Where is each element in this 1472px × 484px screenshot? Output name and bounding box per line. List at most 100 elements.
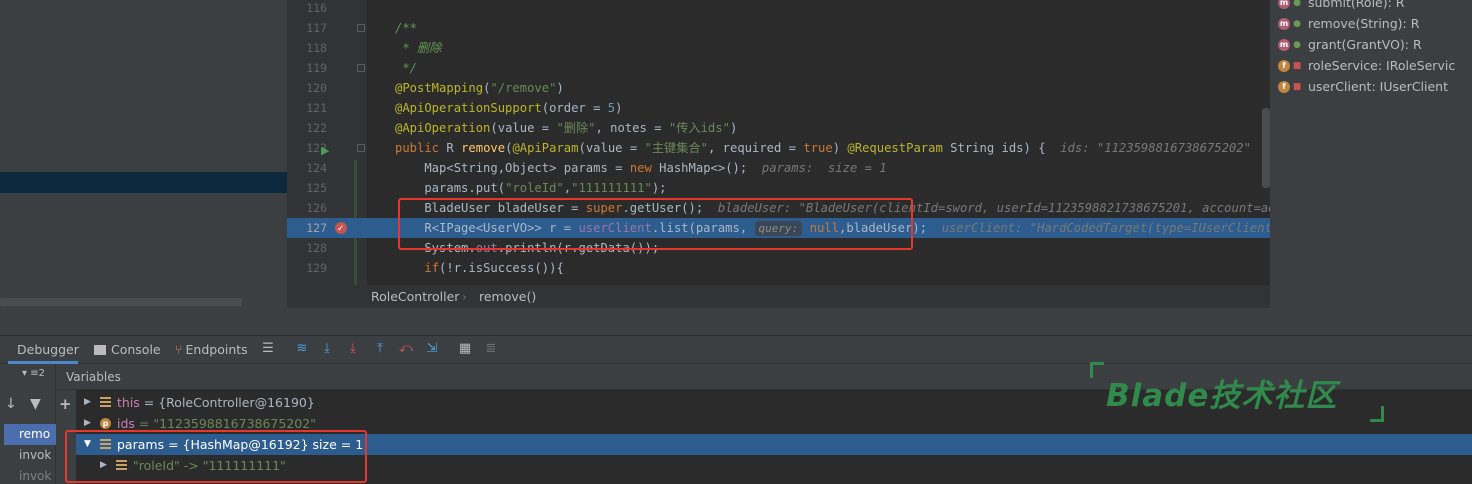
public-visibility-icon: ● [1293, 40, 1301, 50]
frame-item[interactable]: invok [4, 466, 56, 484]
structure-item[interactable]: m ● remove(String): R [1278, 14, 1419, 34]
watermark: Blade技术社区 [1090, 362, 1390, 422]
line-number[interactable]: 118 [287, 38, 327, 58]
step-out-icon[interactable]: ⤒ [372, 341, 388, 357]
code-token: String ids) { [950, 141, 1061, 155]
code-token: /** [395, 21, 418, 35]
breadcrumb-class[interactable]: RoleController [371, 286, 459, 308]
annotation-highlight-box [398, 198, 913, 250]
line-number[interactable]: 119 [287, 58, 327, 78]
structure-item[interactable]: f ■ roleService: IRoleServic [1278, 56, 1455, 76]
line-number[interactable]: 128 [287, 238, 327, 258]
code-line[interactable]: 122 @ApiOperation(value = "删除", notes = "… [287, 118, 1270, 138]
panel-splitter[interactable] [0, 308, 1472, 336]
inline-debug-hint: params: size = 1 [761, 161, 887, 175]
code-line[interactable]: 118 * 删除 [287, 38, 1270, 58]
fold-marker-icon[interactable] [357, 64, 365, 72]
structure-item[interactable]: m ● submit(Role): R [1278, 0, 1404, 13]
code-line[interactable]: 121 @ApiOperationSupport(order = 5) [287, 98, 1270, 118]
breakpoint-icon[interactable] [335, 219, 347, 239]
code-token: , notes = [595, 121, 669, 135]
add-watch-icon[interactable]: + [59, 395, 72, 413]
frames-filter[interactable]: ▾ ≡2 [22, 368, 45, 379]
code-line[interactable]: 120 @PostMapping("/remove") [287, 78, 1270, 98]
layout-menu-icon[interactable]: ☰ [260, 341, 276, 357]
code-line[interactable]: 116 [287, 0, 1270, 18]
drop-frame-icon[interactable]: ⤺ [398, 341, 414, 357]
field-icon: f [1278, 81, 1290, 93]
line-number[interactable]: 121 [287, 98, 327, 118]
code-token: HashMap<>(); [659, 161, 762, 175]
line-number[interactable]: 122 [287, 118, 327, 138]
breadcrumb-method[interactable]: remove() [479, 286, 536, 308]
public-visibility-icon: ● [1293, 0, 1301, 8]
code-token: true [803, 141, 833, 155]
parameter-icon: p [100, 418, 111, 429]
code-token: Map<String,Object> params = [395, 161, 630, 175]
evaluate-expression-icon[interactable]: ▦ [457, 341, 473, 357]
trace-current-stream-icon[interactable]: ≣ [483, 341, 499, 357]
code-token: params.put( [395, 181, 506, 195]
code-text: public R remove(@ApiParam(value = "主键集合"… [395, 138, 1251, 158]
code-token: @ApiOperation [395, 121, 491, 135]
editor-breadcrumb: RoleController › remove() [287, 285, 1270, 308]
code-line[interactable]: 124 Map<String,Object> params = new Hash… [287, 158, 1270, 178]
force-step-into-icon[interactable]: ⤓ [345, 341, 361, 357]
fold-marker-icon[interactable] [357, 144, 365, 152]
structure-item[interactable]: m ● grant(GrantVO): R [1278, 35, 1422, 55]
inline-debug-hint: ids: "1123598816738675202" [1060, 141, 1251, 155]
console-icon [94, 345, 106, 355]
tab-console[interactable]: Console [94, 336, 161, 364]
line-number[interactable]: 124 [287, 158, 327, 178]
frame-item[interactable]: invok [4, 445, 56, 466]
code-line[interactable]: 129 if(!r.isSuccess()){ [287, 258, 1270, 278]
code-token: (value = [578, 141, 645, 155]
code-line[interactable]: 117 /** [287, 18, 1270, 38]
project-panel[interactable] [0, 0, 287, 308]
code-line[interactable]: 119 */ [287, 58, 1270, 78]
code-token: @ApiParam [512, 141, 579, 155]
down-arrow-icon[interactable]: ↓ [5, 396, 17, 412]
editor-vertical-scrollbar[interactable] [1262, 108, 1270, 188]
list-icon [100, 397, 111, 408]
variables-title: Variables [66, 370, 121, 384]
code-token: ) [556, 81, 564, 95]
tab-debugger[interactable]: Debugger [8, 336, 79, 364]
line-number[interactable]: 126 [287, 198, 327, 218]
filter-icon[interactable]: ▼ [30, 396, 41, 412]
step-over-icon[interactable]: ⤓ [319, 341, 335, 357]
line-number[interactable]: 127 [287, 218, 327, 238]
code-text: params.put("roleId","111111111"); [395, 178, 667, 198]
show-execution-point-icon[interactable]: ≋ [294, 341, 310, 357]
run-to-cursor-icon[interactable]: ⇲ [424, 341, 440, 357]
line-number[interactable]: 117 [287, 18, 327, 38]
code-line[interactable]: 125 params.put("roleId","111111111"); [287, 178, 1270, 198]
code-token: "删除" [556, 121, 596, 135]
expand-arrow-icon[interactable]: ▶ [84, 392, 91, 413]
structure-item-label: grant(GrantVO): R [1308, 37, 1422, 52]
line-number[interactable]: 125 [287, 178, 327, 198]
project-tree-selected-row[interactable] [0, 172, 287, 193]
structure-item[interactable]: f ■ userClient: IUserClient [1278, 77, 1448, 97]
variable-name: this [117, 395, 140, 410]
code-line[interactable]: 123 ▶ public R remove(@ApiParam(value = "主… [287, 138, 1270, 158]
structure-panel[interactable]: m ● submit(Role): Rm ● remove(String): Rm ● gr… [1270, 0, 1472, 308]
variable-value: = "1123598816738675202" [134, 416, 316, 431]
code-token: ); [651, 181, 667, 195]
code-token: "传入ids" [668, 121, 730, 135]
code-token: , [563, 181, 572, 195]
tab-console-label: Console [111, 342, 161, 357]
line-number[interactable]: 116 [287, 0, 327, 18]
code-token: * 删除 [395, 41, 442, 55]
variable-name: ids [117, 416, 135, 431]
line-number[interactable]: 129 [287, 258, 327, 278]
code-token: remove [461, 141, 506, 155]
frames-panel[interactable]: ▾ ≡2 ↓ ▼ remo invok invok [0, 364, 56, 484]
fold-marker-icon[interactable] [357, 24, 365, 32]
tab-debugger-label: Debugger [17, 342, 79, 357]
frame-item[interactable]: remo [4, 424, 56, 445]
tab-endpoints[interactable]: ⑂ Endpoints [175, 336, 248, 364]
line-number[interactable]: 120 [287, 78, 327, 98]
project-horizontal-scrollbar[interactable] [0, 298, 242, 306]
